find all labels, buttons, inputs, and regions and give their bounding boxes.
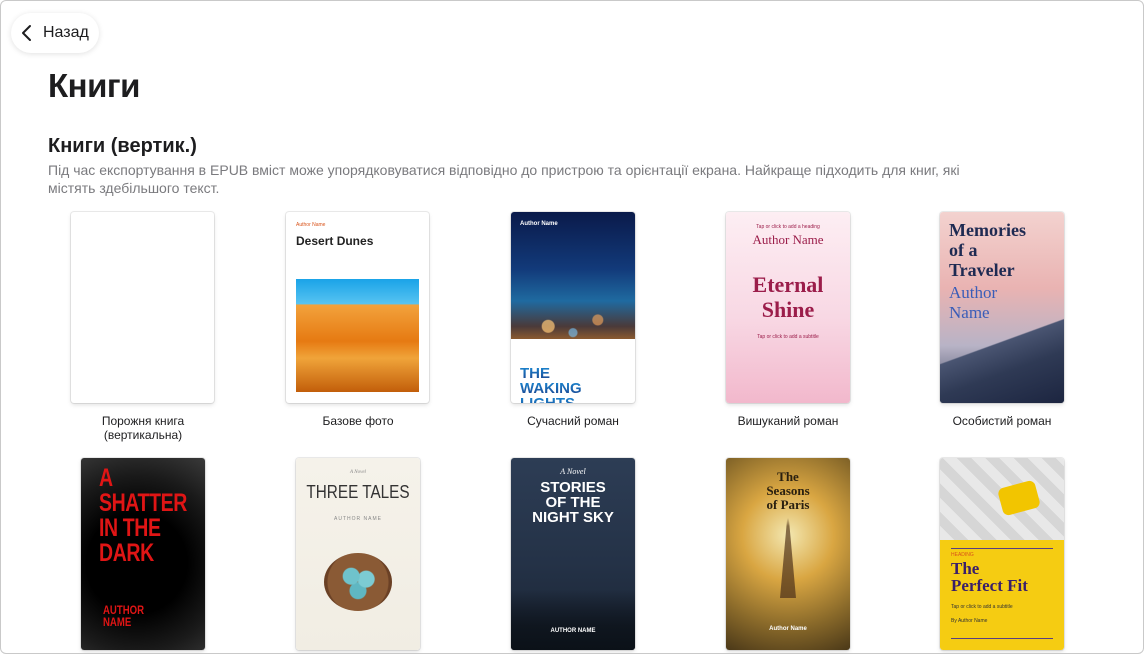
cover-subtitle-hint: Tap or click to add a subtitle <box>951 604 1013 610</box>
template-thumbnail[interactable]: HEADING The Perfect Fit Tap or click to … <box>940 458 1064 650</box>
template-caption: Базове фото <box>322 414 394 428</box>
cover-author: AUTHOR NAME <box>103 603 145 629</box>
cover-trees <box>511 590 635 650</box>
cover-author: By Author Name <box>951 618 988 624</box>
cover-title: Memories of a Traveler <box>949 220 1026 280</box>
cover-kicker: A Novel <box>560 467 586 476</box>
cover-title: THE WAKING LIGHTS <box>520 351 582 403</box>
cover-title: THREE TALES <box>306 482 410 502</box>
cover-author: Author Name <box>949 283 998 322</box>
back-button[interactable]: Назад <box>11 13 99 53</box>
template-caption: Вишуканий роман <box>737 414 839 428</box>
cover-author: AUTHOR NAME <box>334 516 382 522</box>
cover-kicker: A Novel <box>350 470 366 475</box>
section-description: Під час експортування в EPUB вміст може … <box>48 162 960 196</box>
cover-title: STORIES OF THE NIGHT SKY <box>532 479 614 526</box>
back-button-label: Назад <box>43 24 89 41</box>
cover-author: Author Name <box>296 222 326 228</box>
cover-title: The Perfect Fit <box>951 559 1028 595</box>
cover-kicker: HEADING <box>951 552 974 558</box>
cover-title: The Seasons of Paris <box>766 469 810 512</box>
cover-author: Author Name <box>769 626 807 632</box>
template-caption: Порожня книга (вертикальна) <box>101 414 185 442</box>
template-thumbnail[interactable]: Author Name THE WAKING LIGHTS <box>511 212 635 403</box>
cover-mountains <box>940 318 1064 403</box>
cover-title: Eternal Shine <box>752 272 824 322</box>
window-frame: Назад Книги Книги (вертик.) Під час експ… <box>0 0 1144 654</box>
cover-nest-image <box>324 553 392 611</box>
section-title: Книги (вертик.) <box>48 135 197 157</box>
template-thumbnail[interactable]: A Novel STORIES OF THE NIGHT SKY AUTHOR … <box>511 458 635 650</box>
cover-divider <box>951 638 1053 639</box>
cover-heading-hint: Tap or click to add a heading <box>756 224 820 230</box>
template-caption: Особистий роман <box>952 414 1052 428</box>
cover-photo <box>511 212 635 339</box>
template-thumbnail[interactable] <box>71 212 214 403</box>
template-caption: Сучасний роман <box>527 414 619 428</box>
template-thumbnail[interactable]: The Seasons of Paris Author Name <box>726 458 850 650</box>
template-thumbnail[interactable]: Memories of a Traveler Author Name <box>940 212 1064 403</box>
cover-author: AUTHOR NAME <box>550 628 596 634</box>
template-thumbnail[interactable]: A SHATTER IN THE DARK AUTHOR NAME <box>81 458 205 650</box>
template-thumbnail[interactable]: Tap or click to add a heading Author Nam… <box>726 212 850 403</box>
template-thumbnail[interactable]: A Novel THREE TALES AUTHOR NAME <box>296 458 420 650</box>
cover-title-text: THE WAKING LIGHTS <box>520 365 582 403</box>
cover-title: A SHATTER IN THE DARK <box>99 464 187 567</box>
cover-author: Author Name <box>520 221 558 227</box>
cover-divider <box>951 548 1053 549</box>
cover-photo <box>296 279 419 392</box>
template-thumbnail[interactable]: Author Name Desert Dunes <box>286 212 429 403</box>
cover-subtitle-hint: Tap or click to add a subtitle <box>757 334 819 340</box>
page-title: Книги <box>48 67 140 104</box>
cover-title: Desert Dunes <box>296 234 374 248</box>
cover-author: Author Name <box>752 232 824 247</box>
chevron-left-icon <box>22 25 31 41</box>
